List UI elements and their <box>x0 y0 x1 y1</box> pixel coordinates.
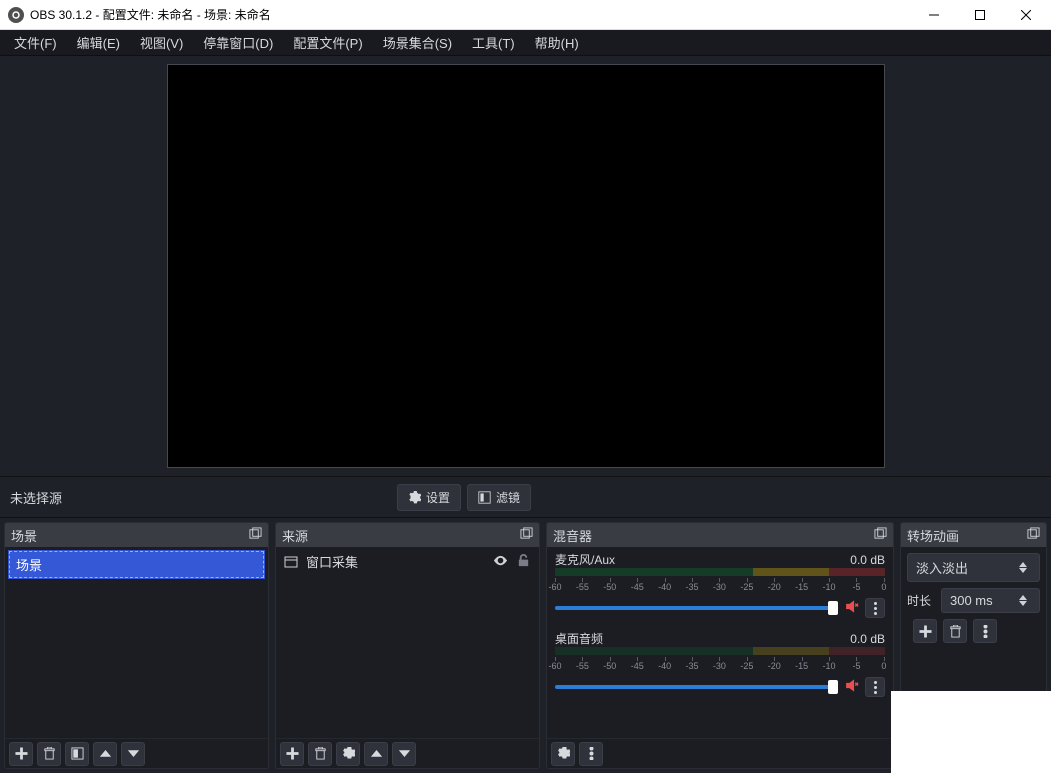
sources-footer <box>276 738 539 768</box>
delete-source-button[interactable] <box>308 742 332 766</box>
scene-item[interactable]: 场景 <box>9 551 264 578</box>
menu-tools[interactable]: 工具(T) <box>462 29 525 56</box>
channel-menu-button[interactable] <box>865 677 885 697</box>
close-button[interactable] <box>1003 1 1049 29</box>
source-item[interactable]: 窗口采集 <box>276 547 539 576</box>
audio-meter <box>555 568 885 576</box>
transition-select[interactable]: 淡入淡出 <box>907 553 1040 582</box>
sources-list[interactable]: 窗口采集 <box>276 547 539 738</box>
source-label: 窗口采集 <box>306 552 358 571</box>
mute-button[interactable] <box>844 678 859 696</box>
window-icon <box>284 555 298 569</box>
move-scene-up-button[interactable] <box>93 742 117 766</box>
mixer-header: 混音器 <box>547 523 893 547</box>
channel-db: 0.0 dB <box>850 632 885 646</box>
transitions-header: 转场动画 <box>901 523 1046 547</box>
popout-icon[interactable] <box>520 527 533 543</box>
properties-label: 设置 <box>426 489 450 506</box>
meter-scale: -60-55-50-45-40-35-30-25-20-15-10-50 <box>555 578 885 592</box>
minimize-button[interactable] <box>911 1 957 29</box>
lock-toggle[interactable] <box>516 553 531 571</box>
mixer-body: 麦克风/Aux 0.0 dB -60-55-50-45-40-35-30-25-… <box>547 547 893 738</box>
add-transition-button[interactable] <box>913 619 937 643</box>
preview-area <box>0 56 1051 476</box>
menu-profile[interactable]: 配置文件(P) <box>283 29 372 56</box>
volume-slider[interactable] <box>555 606 838 610</box>
menu-help[interactable]: 帮助(H) <box>525 29 589 56</box>
popout-icon[interactable] <box>249 527 262 543</box>
maximize-button[interactable] <box>957 1 1003 29</box>
popout-icon[interactable] <box>1027 527 1040 543</box>
scenes-dock: 场景 场景 <box>4 522 269 769</box>
sources-dock: 来源 窗口采集 <box>275 522 540 769</box>
scene-filter-button[interactable] <box>65 742 89 766</box>
menu-docks[interactable]: 停靠窗口(D) <box>193 29 283 56</box>
meter-scale: -60-55-50-45-40-35-30-25-20-15-10-50 <box>555 657 885 671</box>
gear-icon <box>408 491 421 504</box>
source-toolbar: 未选择源 设置 滤镜 <box>0 476 1051 518</box>
menu-edit[interactable]: 编辑(E) <box>67 29 130 56</box>
menu-scene-collection[interactable]: 场景集合(S) <box>373 29 462 56</box>
channel-menu-button[interactable] <box>865 598 885 618</box>
mixer-dock: 混音器 麦克风/Aux 0.0 dB -60-55-50-45-40-35-30… <box>546 522 894 769</box>
mixer-footer <box>547 738 893 768</box>
transition-value: 淡入淡出 <box>916 558 968 577</box>
channel-db: 0.0 dB <box>850 553 885 567</box>
duration-label: 时长 <box>907 592 935 609</box>
volume-slider[interactable] <box>555 685 838 689</box>
scenes-title: 场景 <box>11 526 37 545</box>
menu-file[interactable]: 文件(F) <box>4 29 67 56</box>
source-properties-button[interactable] <box>336 742 360 766</box>
overlay-block <box>891 691 1051 773</box>
window-controls <box>911 1 1049 29</box>
add-source-button[interactable] <box>280 742 304 766</box>
visibility-toggle[interactable] <box>493 553 508 571</box>
menubar: 文件(F) 编辑(E) 视图(V) 停靠窗口(D) 配置文件(P) 场景集合(S… <box>0 30 1051 56</box>
delete-scene-button[interactable] <box>37 742 61 766</box>
scenes-footer <box>5 738 268 768</box>
mixer-title: 混音器 <box>553 526 592 545</box>
advanced-audio-button[interactable] <box>551 742 575 766</box>
preview-canvas[interactable] <box>167 64 885 468</box>
popout-icon[interactable] <box>874 527 887 543</box>
window-title: OBS 30.1.2 - 配置文件: 未命名 - 场景: 未命名 <box>30 6 271 23</box>
move-scene-down-button[interactable] <box>121 742 145 766</box>
titlebar: OBS 30.1.2 - 配置文件: 未命名 - 场景: 未命名 <box>0 0 1051 30</box>
channel-name: 桌面音频 <box>555 630 603 647</box>
transitions-title: 转场动画 <box>907 526 959 545</box>
delete-transition-button[interactable] <box>943 619 967 643</box>
mixer-channel: 桌面音频 0.0 dB -60-55-50-45-40-35-30-25-20-… <box>547 626 893 705</box>
add-scene-button[interactable] <box>9 742 33 766</box>
transition-menu-button[interactable] <box>973 619 997 643</box>
no-source-label: 未选择源 <box>10 488 62 507</box>
filters-button[interactable]: 滤镜 <box>467 484 531 511</box>
filters-icon <box>478 491 491 504</box>
mixer-channel: 麦克风/Aux 0.0 dB -60-55-50-45-40-35-30-25-… <box>547 547 893 626</box>
audio-meter <box>555 647 885 655</box>
scenes-list[interactable]: 场景 <box>5 547 268 738</box>
duration-value: 300 ms <box>950 593 993 608</box>
properties-button[interactable]: 设置 <box>397 484 461 511</box>
mute-button[interactable] <box>844 599 859 617</box>
sources-title: 来源 <box>282 526 308 545</box>
filters-label: 滤镜 <box>496 489 520 506</box>
scenes-header: 场景 <box>5 523 268 547</box>
channel-name: 麦克风/Aux <box>555 551 615 568</box>
app-icon <box>8 7 24 23</box>
menu-view[interactable]: 视图(V) <box>130 29 193 56</box>
duration-input[interactable]: 300 ms <box>941 588 1040 613</box>
move-source-up-button[interactable] <box>364 742 388 766</box>
sources-header: 来源 <box>276 523 539 547</box>
mixer-menu-button[interactable] <box>579 742 603 766</box>
move-source-down-button[interactable] <box>392 742 416 766</box>
